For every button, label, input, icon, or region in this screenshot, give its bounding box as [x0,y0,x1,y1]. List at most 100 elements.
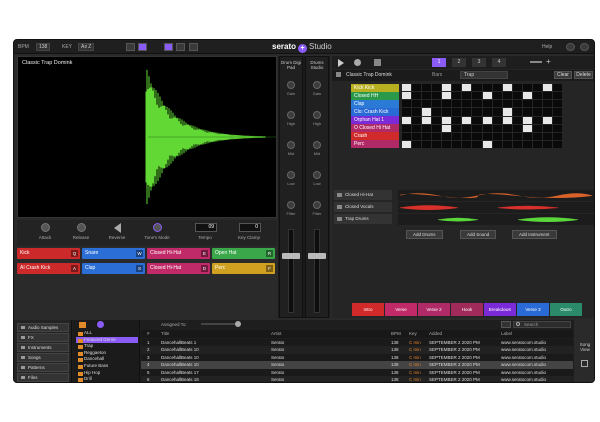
crate-item[interactable]: Trap [76,343,138,350]
scene-block[interactable]: Hook [451,303,483,316]
volume-fader-handle[interactable] [308,253,326,259]
step-cell[interactable] [502,100,512,108]
step-cell[interactable] [542,124,552,132]
step-cell[interactable] [512,100,522,108]
step-cell[interactable] [472,84,482,92]
step-cell[interactable] [552,132,562,140]
step-cell[interactable] [402,92,412,100]
step-cell[interactable] [442,108,452,116]
step-cell[interactable] [502,108,512,116]
step-row-label[interactable]: Clo: Crash Kick [351,108,399,116]
table-row[interactable]: 5 DancehallBeats 17 Serato 138 C min SEPTEMBE… [141,368,573,376]
step-cell[interactable] [432,100,442,108]
step-cell[interactable] [512,132,522,140]
release-knob[interactable] [77,223,86,232]
record-mode-icon[interactable] [138,43,147,51]
step-cell[interactable] [462,132,472,140]
step-cell[interactable] [462,84,472,92]
drum-pad[interactable]: Kick Q [17,248,80,259]
help-menu[interactable]: Help [542,44,552,50]
kit-select[interactable]: Trap [460,71,508,79]
step-cell[interactable] [522,140,532,148]
step-cell[interactable] [422,140,432,148]
step-cell[interactable] [452,140,462,148]
step-cell[interactable] [442,92,452,100]
search-filter-icon[interactable] [501,321,511,328]
step-cell[interactable] [432,124,442,132]
step-cell[interactable] [442,100,452,108]
library-tab[interactable]: Instruments [17,343,69,352]
step-cell[interactable] [492,108,502,116]
step-cell[interactable] [432,84,442,92]
step-cell[interactable] [552,100,562,108]
drum-pad[interactable]: Closed Hi-Hat D [147,263,210,274]
table-row[interactable]: 2 DancehallBeats 10 Serato 138 C min SEPTEMBE… [141,346,573,354]
step-cell[interactable] [502,92,512,100]
track-header[interactable]: Closed Vocals [334,202,392,212]
step-cell[interactable] [442,132,452,140]
step-cell[interactable] [492,84,502,92]
step-cell[interactable] [532,124,542,132]
key-field[interactable]: A♯ Z [78,43,95,51]
pattern-page-1[interactable]: 1 [432,58,446,67]
step-cell[interactable] [532,140,542,148]
column-header[interactable]: Key [409,331,417,336]
step-cell[interactable] [412,132,422,140]
step-cell[interactable] [452,100,462,108]
step-row-label[interactable]: Orphan Hat 1 [351,116,399,124]
step-sequencer-grid[interactable] [402,84,562,148]
step-cell[interactable] [522,108,532,116]
add-sound-button[interactable]: Add Sound [460,230,497,239]
loop-icon[interactable] [176,43,185,51]
snap-icon[interactable] [189,43,198,51]
clear-button[interactable]: Clear [554,71,572,79]
mixer-knob-filter[interactable] [313,201,321,209]
step-cell[interactable] [412,108,422,116]
step-cell[interactable] [522,132,532,140]
step-cell[interactable] [482,108,492,116]
step-cell[interactable] [502,124,512,132]
step-cell[interactable] [452,84,462,92]
crate-item[interactable]: Future Bass [76,363,138,370]
step-cell[interactable] [452,92,462,100]
mixer-knob-filter[interactable] [287,201,295,209]
step-cell[interactable] [442,116,452,124]
metronome-icon[interactable] [126,43,135,51]
step-cell[interactable] [442,140,452,148]
step-cell[interactable] [462,108,472,116]
pattern-edit-icon[interactable] [374,59,381,66]
volume-fader-handle[interactable] [282,253,300,259]
step-cell[interactable] [412,140,422,148]
step-cell[interactable] [532,84,542,92]
step-cell[interactable] [402,84,412,92]
step-cell[interactable] [472,92,482,100]
waveform-display[interactable] [18,57,276,217]
column-header[interactable]: Title [161,331,169,336]
step-cell[interactable] [502,84,512,92]
fx-icon[interactable] [164,43,173,51]
step-cell[interactable] [462,124,472,132]
scene-block[interactable]: Verse 2 [418,303,450,316]
step-cell[interactable] [512,140,522,148]
step-cell[interactable] [402,100,412,108]
step-cell[interactable] [492,140,502,148]
column-header[interactable]: Label [501,331,512,336]
step-cell[interactable] [532,108,542,116]
step-cell[interactable] [402,116,412,124]
step-cell[interactable] [402,124,412,132]
step-cell[interactable] [412,124,422,132]
song-view-button[interactable]: Song View [576,342,594,352]
pattern-page-4[interactable]: 4 [492,58,506,67]
step-cell[interactable] [552,116,562,124]
drum-pad[interactable]: Open Hat R [212,248,275,259]
step-cell[interactable] [472,140,482,148]
step-row-label[interactable]: Clap [351,100,399,108]
step-cell[interactable] [412,100,422,108]
step-cell[interactable] [522,100,532,108]
step-cell[interactable] [542,84,552,92]
mixer-knob-high[interactable] [287,111,295,119]
crate-add-icon[interactable] [79,322,86,328]
step-cell[interactable] [432,92,442,100]
step-cell[interactable] [532,92,542,100]
play-icon[interactable] [338,59,344,67]
